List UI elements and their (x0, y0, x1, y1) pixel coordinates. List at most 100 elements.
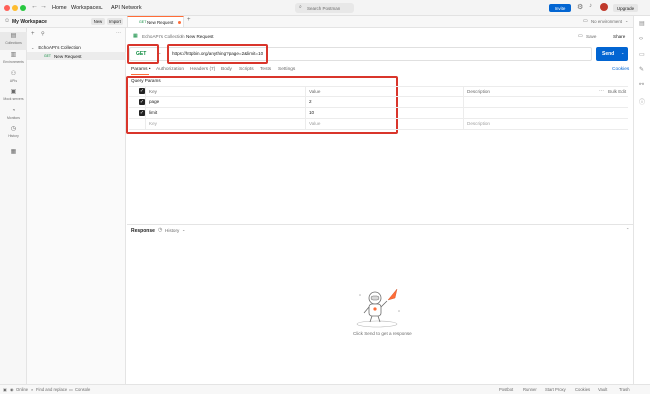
search-input[interactable]: ⌕ Search Postman (295, 3, 354, 13)
minimize-window-button[interactable] (12, 5, 18, 11)
chevron-up-icon[interactable]: ⌃ (626, 227, 629, 232)
new-description-input[interactable]: Description (467, 121, 490, 126)
sidebar-item-history[interactable]: ◷ History (0, 125, 27, 143)
param-checkbox[interactable]: ✓ (139, 110, 145, 116)
tab-new-request[interactable]: GET New Request (127, 16, 184, 27)
table-row (129, 108, 628, 118)
start-proxy-button[interactable]: Start Proxy (545, 387, 566, 392)
tab-headers[interactable]: Headers (7) (190, 67, 215, 72)
response-label: Response (131, 228, 155, 234)
forward-arrow-icon[interactable]: → (40, 3, 47, 10)
api-icon[interactable]: ▤ (639, 20, 645, 27)
layout-icon[interactable]: ▣ (3, 387, 7, 392)
nav-workspaces[interactable]: Workspaces (71, 5, 101, 11)
code-icon[interactable]: ‹› (639, 36, 643, 42)
comment-icon[interactable]: ▭ (639, 51, 645, 58)
table-row (129, 97, 628, 107)
pencil-icon[interactable]: ✎ (639, 66, 644, 73)
param-key[interactable]: limit (149, 110, 157, 115)
sidebar-item-mock-servers[interactable]: ▣ Mock servers (0, 88, 27, 106)
chevron-down-icon[interactable]: ⌄ (100, 5, 103, 10)
tab-scripts[interactable]: Scripts (239, 67, 254, 72)
import-button[interactable]: Import (107, 18, 123, 25)
plus-icon[interactable]: + (187, 17, 191, 23)
share-button[interactable]: Share (613, 34, 625, 39)
back-arrow-icon[interactable]: ← (31, 3, 38, 10)
online-status[interactable]: Online (16, 387, 28, 392)
method-highlight (127, 44, 159, 64)
environment-select[interactable]: No environment (591, 19, 622, 24)
new-key-input[interactable]: Key (149, 121, 157, 126)
info-icon[interactable]: ⓘ (639, 97, 645, 106)
param-key[interactable]: page (149, 99, 159, 104)
sidebar-item-environments[interactable]: ▥ Environments (0, 51, 27, 69)
nav-home[interactable]: Home (52, 5, 67, 11)
column-header-key: Key (149, 89, 157, 94)
unsaved-dot-icon (178, 21, 181, 24)
runner-button[interactable]: Runner (523, 387, 537, 392)
save-button[interactable]: Save (586, 34, 596, 39)
chevron-down-icon[interactable]: ⌄ (182, 227, 185, 232)
param-value[interactable]: 2 (309, 99, 312, 104)
plus-icon[interactable]: + (31, 31, 35, 37)
active-tab-underline (131, 74, 149, 75)
bulk-edit-link[interactable]: Bulk Edit (608, 89, 626, 94)
section-title: Query Params (131, 78, 161, 83)
close-window-button[interactable] (4, 5, 10, 11)
gear-icon[interactable]: ⚙ (577, 3, 583, 11)
param-value[interactable]: 10 (309, 110, 314, 115)
collection-item[interactable]: ⌄ EchoAPI's Collection (27, 43, 126, 51)
cookies-button[interactable]: Cookies (575, 387, 590, 392)
find-replace-button[interactable]: Find and replace (36, 387, 67, 392)
sidebar-item-apis[interactable]: ⚇ APIs (0, 70, 27, 88)
breadcrumb-collection[interactable]: EchoAPI's Collection (142, 34, 185, 39)
new-value-input[interactable]: Value (309, 121, 320, 126)
postbot-button[interactable]: Postbot (499, 387, 513, 392)
trash-button[interactable]: Trash (619, 387, 630, 392)
send-button[interactable]: Send ⌄ (596, 47, 628, 61)
new-button[interactable]: New (91, 18, 105, 25)
workspace-bar: ☺ My Workspace New Import GET New Reques… (0, 16, 650, 28)
chevron-down-icon[interactable]: ⌄ (625, 18, 628, 23)
response-history-button[interactable]: History (165, 228, 179, 233)
table-border (129, 86, 628, 87)
invite-button[interactable]: Invite (549, 4, 571, 12)
http-icon: ▦ (133, 33, 138, 39)
online-icon: ◉ (10, 387, 14, 392)
request-item[interactable]: GET New Request (27, 52, 126, 60)
chevron-down-icon: ⌄ (31, 44, 35, 50)
bell-icon[interactable]: ♪ (589, 3, 592, 9)
request-method: GET (44, 54, 51, 58)
zoom-window-button[interactable] (20, 5, 26, 11)
table-border (129, 129, 628, 130)
page-title[interactable]: New Request (186, 34, 214, 39)
nav-api-network[interactable]: API Network (111, 5, 142, 11)
console-button[interactable]: Console (75, 387, 90, 392)
sidebar-item-more[interactable]: ▦ (0, 148, 27, 166)
filter-icon[interactable]: ⚲ (41, 31, 45, 37)
user-icon: ☺ (4, 18, 11, 24)
vault-button[interactable]: Vault (598, 387, 607, 392)
sidebar-item-monitors[interactable]: ◔ Monitors (0, 107, 27, 125)
cookies-link[interactable]: Cookies (612, 67, 629, 72)
workspace-name[interactable]: My Workspace (12, 19, 47, 25)
param-checkbox[interactable]: ✓ (139, 99, 145, 105)
select-all-checkbox[interactable]: ✓ (139, 88, 145, 94)
more-options-icon[interactable]: ⋯ (116, 30, 121, 36)
environment-icon: ▭ (583, 18, 588, 24)
tab-tests[interactable]: Tests (260, 67, 271, 72)
link-icon[interactable]: ⚯ (639, 81, 644, 88)
more-options-icon[interactable]: ⋯ (599, 88, 604, 94)
monitors-icon: ◔ (11, 108, 16, 114)
tab-settings[interactable]: Settings (278, 67, 295, 72)
sidebar-item-collections[interactable]: ▤ Collections (0, 32, 27, 50)
tab-authorization[interactable]: Authorization (156, 67, 184, 72)
save-icon: ▭ (578, 33, 583, 39)
history-icon: ◷ (10, 126, 17, 132)
right-sidebar: ▤ ‹› ▭ ✎ ⚯ ⓘ (633, 16, 650, 384)
tab-params[interactable]: Params • (131, 67, 151, 72)
environments-icon: ▥ (10, 52, 17, 58)
avatar[interactable] (600, 3, 608, 11)
tab-body[interactable]: Body (221, 67, 232, 72)
upgrade-button[interactable]: Upgrade (613, 4, 638, 12)
